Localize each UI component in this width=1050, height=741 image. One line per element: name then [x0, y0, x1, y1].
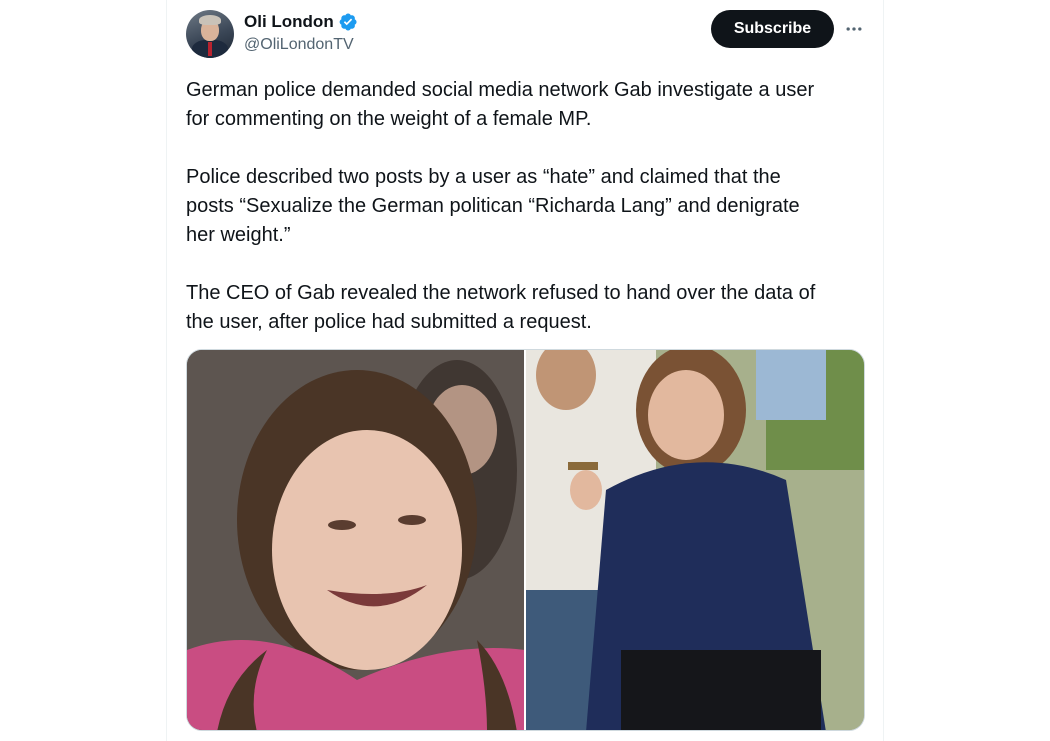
author-display-name[interactable]: Oli London — [244, 12, 334, 32]
more-horizontal-icon[interactable] — [841, 16, 867, 42]
author-name-row[interactable]: Oli London — [244, 11, 358, 33]
avatar-hair — [199, 15, 221, 25]
tweet-paragraph: The CEO of Gab revealed the network refu… — [186, 282, 816, 333]
avatar-tie — [208, 42, 212, 56]
media-photo-left[interactable] — [187, 350, 524, 730]
page-background: Oli London @OliLondonTV Subscribe German… — [0, 0, 1050, 741]
author-handle[interactable]: @OliLondonTV — [244, 36, 354, 54]
tweet-card: Oli London @OliLondonTV Subscribe German… — [166, 0, 884, 741]
tweet-media-grid — [186, 349, 865, 731]
verified-badge-icon — [338, 12, 358, 32]
tweet-paragraph: Police described two posts by a user as … — [186, 166, 800, 246]
tweet-text: German police demanded social media netw… — [186, 76, 866, 366]
tweet-paragraph: German police demanded social media netw… — [186, 79, 815, 130]
photo-left-illustration — [187, 350, 524, 730]
subscribe-button[interactable]: Subscribe — [711, 10, 834, 48]
author-avatar[interactable] — [186, 10, 234, 58]
media-photo-right[interactable] — [526, 350, 864, 730]
photo-right-illustration — [526, 350, 864, 730]
